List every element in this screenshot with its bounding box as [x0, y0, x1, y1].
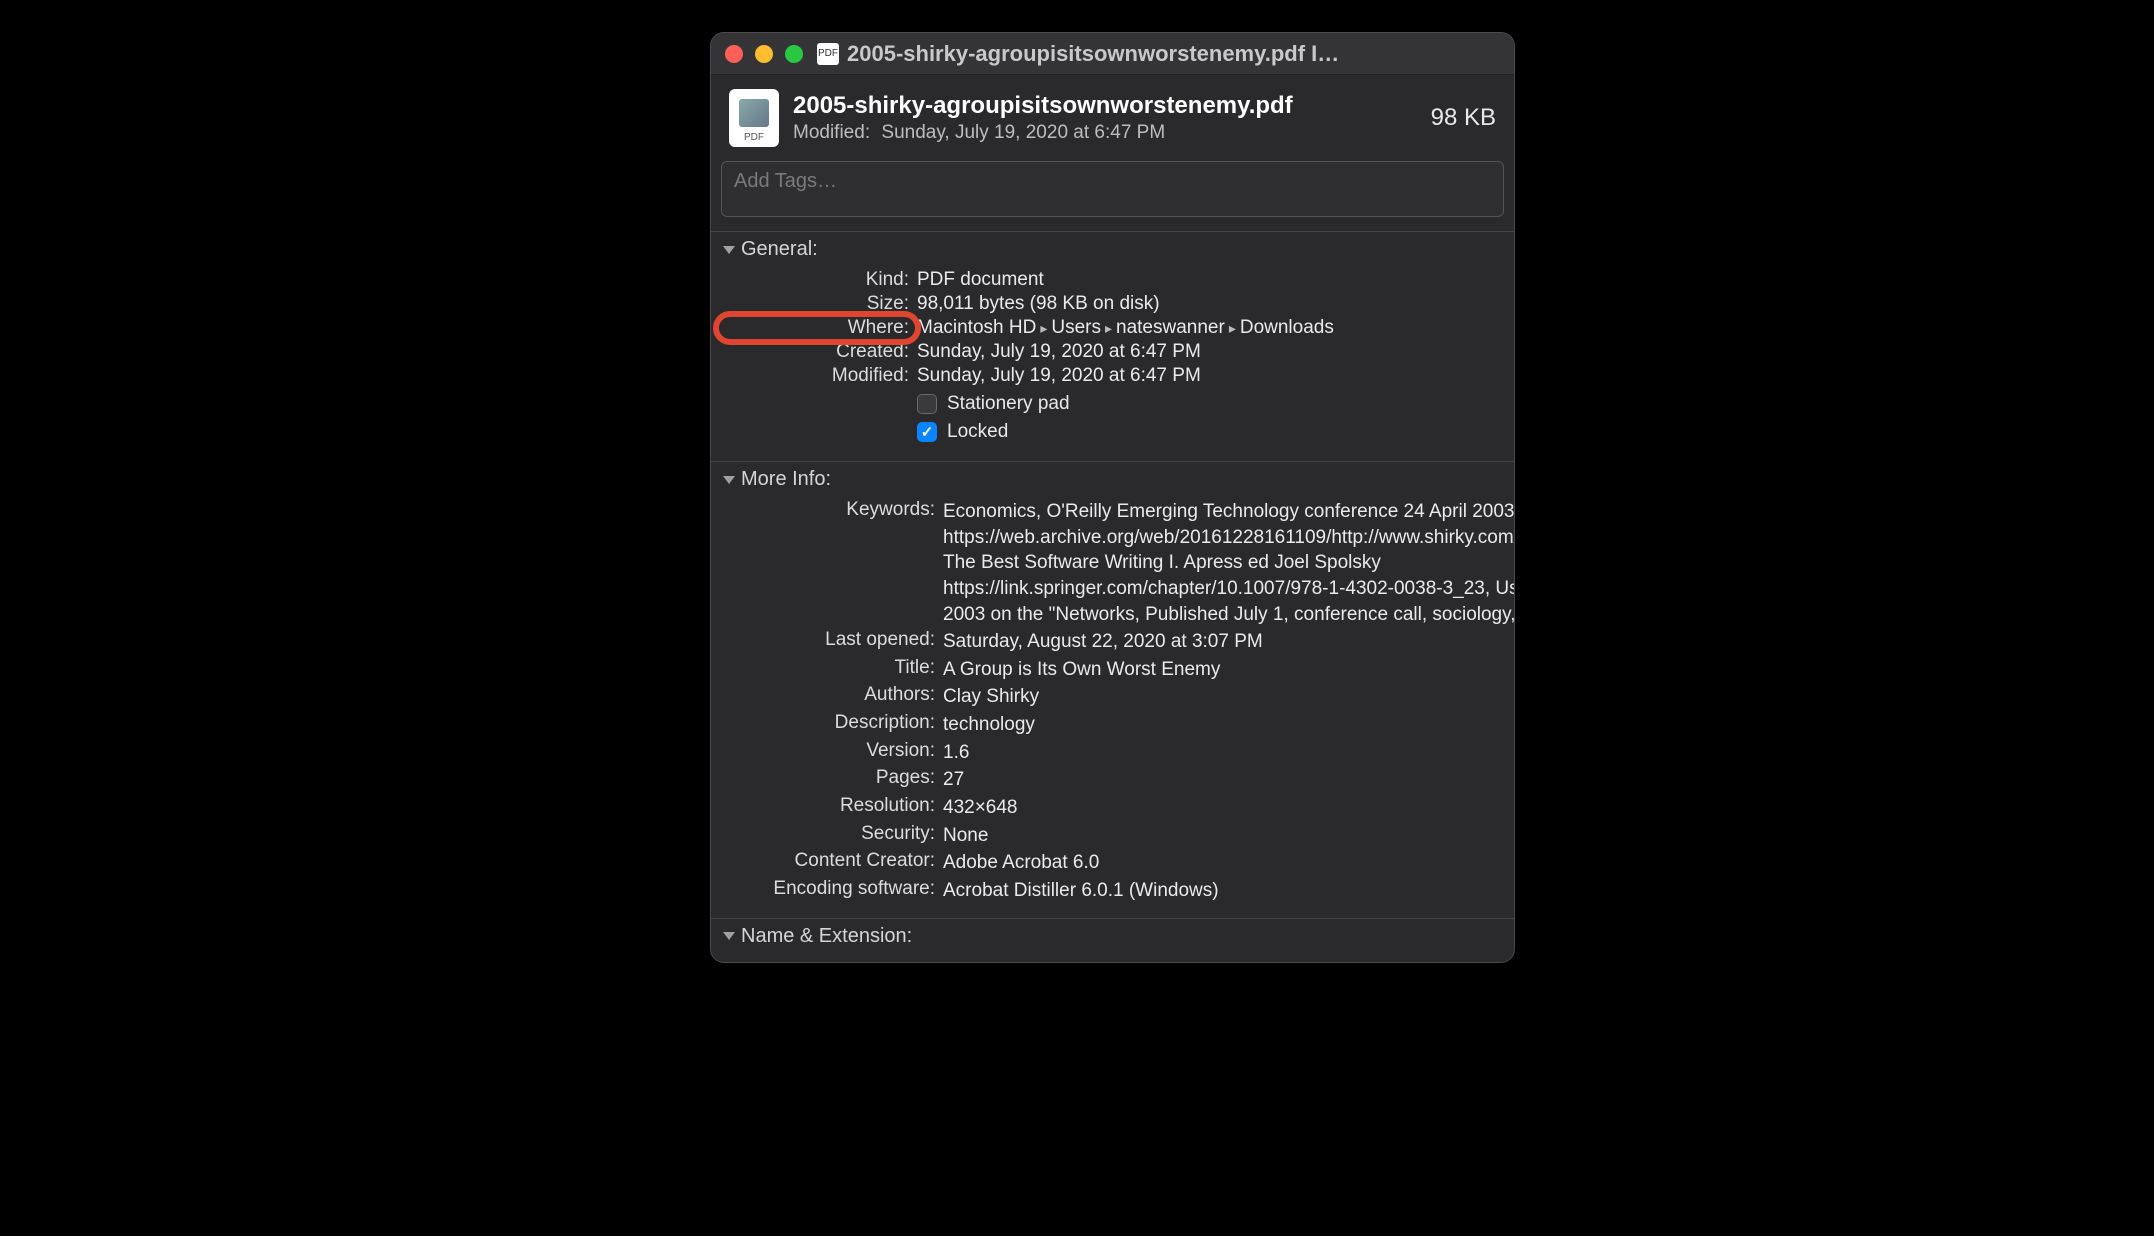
minimize-icon[interactable] [755, 45, 773, 63]
authors-value: Clay Shirky [943, 684, 1515, 710]
window-controls [725, 45, 803, 63]
keywords-value: Economics, O'Reilly Emerging Technology … [943, 499, 1515, 627]
general-header: General: [741, 238, 818, 261]
tags-field[interactable]: Add Tags… [721, 161, 1504, 217]
chevron-down-icon [723, 476, 735, 484]
moreinfo-header: More Info: [741, 468, 831, 491]
creator-label: Content Creator: [725, 850, 935, 876]
chevron-down-icon [723, 932, 735, 940]
path-seg-0: Macintosh HD [917, 317, 1036, 339]
nameext-header: Name & Extension: [741, 925, 912, 948]
stationery-label: Stationery pad [947, 393, 1070, 415]
moreinfo-disclosure[interactable]: More Info: [711, 462, 1514, 497]
modified-value2: Sunday, July 19, 2020 at 6:47 PM [917, 365, 1500, 387]
path-sep-icon: ▸ [1040, 320, 1047, 337]
pdf-file-icon: PDF [729, 89, 779, 147]
authors-label: Authors: [725, 684, 935, 710]
titlebar: PDF 2005-shirky-agroupisitsownworstenemy… [711, 33, 1514, 75]
close-icon[interactable] [725, 45, 743, 63]
path-seg-3: Downloads [1240, 317, 1334, 339]
locked-label: Locked [947, 421, 1008, 443]
version-value: 1.6 [943, 740, 1515, 766]
zoom-icon[interactable] [785, 45, 803, 63]
encoding-label: Encoding software: [725, 878, 935, 904]
security-value: None [943, 823, 1515, 849]
chevron-down-icon [723, 246, 735, 254]
created-label: Created: [725, 341, 909, 363]
path-sep-icon: ▸ [1105, 320, 1112, 337]
keywords-label: Keywords: [725, 499, 935, 627]
file-size: 98 KB [1431, 104, 1496, 132]
resolution-value: 432×648 [943, 795, 1515, 821]
creator-value: Adobe Acrobat 6.0 [943, 850, 1515, 876]
nameext-section: Name & Extension: [711, 918, 1514, 962]
encoding-value: Acrobat Distiller 6.0.1 (Windows) [943, 878, 1515, 904]
where-value: Macintosh HD ▸ Users ▸ nateswanner ▸ Dow… [917, 317, 1500, 339]
window-title: 2005-shirky-agroupisitsownworstenemy.pdf… [847, 41, 1500, 67]
general-disclosure[interactable]: General: [711, 232, 1514, 267]
description-value: technology [943, 712, 1515, 738]
modified-label: Modified: [793, 122, 870, 143]
title-value: A Group is Its Own Worst Enemy [943, 657, 1515, 683]
lastopened-label: Last opened: [725, 629, 935, 655]
path-sep-icon: ▸ [1229, 320, 1236, 337]
security-label: Security: [725, 823, 935, 849]
title-label: Title: [725, 657, 935, 683]
stationery-checkbox[interactable] [917, 394, 937, 414]
nameext-disclosure[interactable]: Name & Extension: [711, 919, 1514, 962]
get-info-window: PDF 2005-shirky-agroupisitsownworstenemy… [710, 32, 1515, 963]
modified-value: Sunday, July 19, 2020 at 6:47 PM [881, 122, 1165, 143]
file-name: 2005-shirky-agroupisitsownworstenemy.pdf [793, 92, 1417, 120]
general-section: General: Kind: PDF document Size: 98,011… [711, 231, 1514, 461]
file-modified: Modified: Sunday, July 19, 2020 at 6:47 … [793, 122, 1417, 144]
path-seg-2: nateswanner [1116, 317, 1225, 339]
kind-label: Kind: [725, 269, 909, 291]
description-label: Description: [725, 712, 935, 738]
resolution-label: Resolution: [725, 795, 935, 821]
size-label: Size: [725, 293, 909, 315]
title-preview-icon: PDF [817, 43, 839, 65]
created-value: Sunday, July 19, 2020 at 6:47 PM [917, 341, 1500, 363]
size-value: 98,011 bytes (98 KB on disk) [917, 293, 1500, 315]
path-seg-1: Users [1051, 317, 1101, 339]
file-header: PDF 2005-shirky-agroupisitsownworstenemy… [711, 75, 1514, 155]
lastopened-value: Saturday, August 22, 2020 at 3:07 PM [943, 629, 1515, 655]
locked-checkbox[interactable]: ✓ [917, 422, 937, 442]
moreinfo-section: More Info: Keywords: Economics, O'Reilly… [711, 461, 1514, 918]
pages-label: Pages: [725, 767, 935, 793]
kind-value: PDF document [917, 269, 1500, 291]
version-label: Version: [725, 740, 935, 766]
pages-value: 27 [943, 767, 1515, 793]
where-label: Where: [725, 317, 909, 339]
tags-placeholder: Add Tags… [734, 170, 837, 193]
modified-label2: Modified: [725, 365, 909, 387]
